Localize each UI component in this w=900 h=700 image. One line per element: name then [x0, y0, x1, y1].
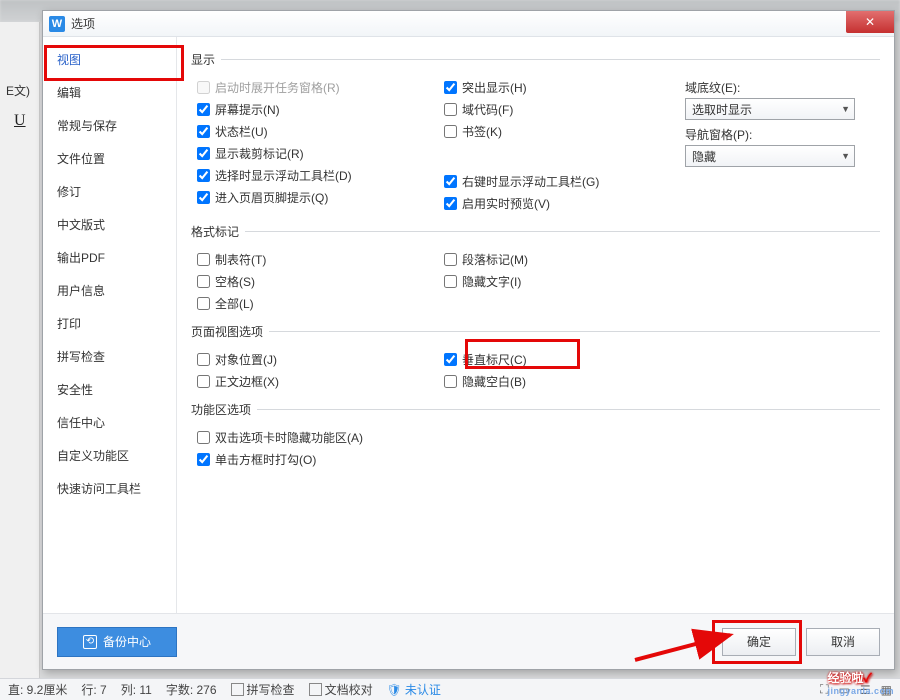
sidebar: 视图 编辑 常规与保存 文件位置 修订 中文版式 输出PDF 用户信息 打印 拼… [43, 37, 177, 613]
backup-center-button[interactable]: ⟲ 备份中心 [57, 627, 177, 657]
chk-vertical-ruler[interactable]: 垂直标尺(C) [444, 351, 685, 368]
status-wordcount[interactable]: 字数: 276 [166, 681, 217, 698]
shield-icon: 🛡 [387, 683, 402, 697]
chk-tab-marks[interactable]: 制表符(T) [197, 251, 438, 268]
group-marks: 格式标记 [191, 223, 880, 240]
close-button[interactable]: ✕ [846, 11, 894, 33]
sidebar-item-filelocation[interactable]: 文件位置 [43, 142, 176, 175]
cancel-button[interactable]: 取消 [806, 628, 880, 656]
chk-all-marks[interactable]: 全部(L) [197, 295, 438, 312]
status-row: 行: 7 [81, 681, 106, 698]
sidebar-item-pdf[interactable]: 输出PDF [43, 241, 176, 274]
status-spellcheck[interactable]: 拼写检查 [231, 681, 295, 698]
chk-paragraph-marks[interactable]: 段落标记(M) [444, 251, 685, 268]
sidebar-item-trustcenter[interactable]: 信任中心 [43, 406, 176, 439]
underline-icon[interactable]: U [14, 112, 26, 130]
titlebar: W 选项 ✕ [43, 11, 894, 37]
spellcheck-icon [231, 683, 244, 696]
sidebar-item-userinfo[interactable]: 用户信息 [43, 274, 176, 307]
sidebar-item-edit[interactable]: 编辑 [43, 76, 176, 109]
status-dimension: 直: 9.2厘米 [8, 681, 67, 698]
chk-bookmarks[interactable]: 书签(K) [444, 123, 685, 140]
sidebar-item-general[interactable]: 常规与保存 [43, 109, 176, 142]
chk-live-preview[interactable]: 启用实时预览(V) [444, 195, 685, 212]
content-panel: 显示 启动时展开任务窗格(R) 屏幕提示(N) 状态栏(U) 显示裁剪标记(R)… [177, 37, 894, 613]
app-icon: W [49, 16, 65, 32]
chk-dblclick-hide-ribbon[interactable]: 双击选项卡时隐藏功能区(A) [197, 429, 880, 446]
backup-icon: ⟲ [83, 635, 97, 649]
status-auth[interactable]: 🛡未认证 [387, 681, 441, 698]
lbl-field-shading: 域底纹(E): [685, 79, 880, 96]
status-proof[interactable]: 文档校对 [309, 681, 373, 698]
options-dialog: W 选项 ✕ 视图 编辑 常规与保存 文件位置 修订 中文版式 输出PDF 用户… [42, 10, 895, 670]
group-ribbon: 功能区选项 [191, 401, 880, 418]
dialog-footer: ⟲ 备份中心 确定 取消 [43, 613, 894, 669]
chk-hide-whitespace[interactable]: 隐藏空白(B) [444, 373, 685, 390]
chk-space-marks[interactable]: 空格(S) [197, 273, 438, 290]
sidebar-item-qat[interactable]: 快速访问工具栏 [43, 472, 176, 505]
status-col: 列: 11 [121, 681, 152, 698]
chk-startup-taskpane[interactable]: 启动时展开任务窗格(R) [197, 79, 438, 96]
chevron-down-icon: ▼ [841, 104, 850, 114]
watermark: 经验啦✓ jingyanla.com [827, 669, 894, 696]
ok-button[interactable]: 确定 [722, 628, 796, 656]
side-format-label: E文) [6, 82, 30, 99]
dialog-title: 选项 [71, 15, 95, 32]
chk-text-border[interactable]: 正文边框(X) [197, 373, 438, 390]
combo-field-shading[interactable]: 选取时显示▼ [685, 98, 855, 120]
chk-field-codes[interactable]: 域代码(F) [444, 101, 685, 118]
sidebar-item-spellcheck[interactable]: 拼写检查 [43, 340, 176, 373]
chevron-down-icon: ▼ [841, 151, 850, 161]
group-pageview: 页面视图选项 [191, 323, 880, 340]
sidebar-item-security[interactable]: 安全性 [43, 373, 176, 406]
sidebar-item-print[interactable]: 打印 [43, 307, 176, 340]
chk-hidden-text[interactable]: 隐藏文字(I) [444, 273, 685, 290]
sidebar-item-cjk[interactable]: 中文版式 [43, 208, 176, 241]
group-display: 显示 [191, 51, 880, 68]
sidebar-item-view[interactable]: 视图 [43, 43, 176, 76]
statusbar: 直: 9.2厘米 行: 7 列: 11 字数: 276 拼写检查 文档校对 🛡未… [0, 678, 900, 700]
lbl-nav-pane: 导航窗格(P): [685, 126, 880, 143]
chk-click-checkbox-tick[interactable]: 单击方框时打勾(O) [197, 451, 880, 468]
chk-crop-marks[interactable]: 显示裁剪标记(R) [197, 145, 438, 162]
chk-screen-tips[interactable]: 屏幕提示(N) [197, 101, 438, 118]
chk-header-footer-hint[interactable]: 进入页眉页脚提示(Q) [197, 189, 438, 206]
proof-icon [309, 683, 322, 696]
chk-float-toolbar-rightclick[interactable]: 右键时显示浮动工具栏(G) [444, 173, 685, 190]
chk-float-toolbar-select[interactable]: 选择时显示浮动工具栏(D) [197, 167, 438, 184]
chk-highlight[interactable]: 突出显示(H) [444, 79, 685, 96]
chk-statusbar[interactable]: 状态栏(U) [197, 123, 438, 140]
chk-object-position[interactable]: 对象位置(J) [197, 351, 438, 368]
combo-nav-pane[interactable]: 隐藏▼ [685, 145, 855, 167]
sidebar-item-revision[interactable]: 修订 [43, 175, 176, 208]
sidebar-item-customribbon[interactable]: 自定义功能区 [43, 439, 176, 472]
